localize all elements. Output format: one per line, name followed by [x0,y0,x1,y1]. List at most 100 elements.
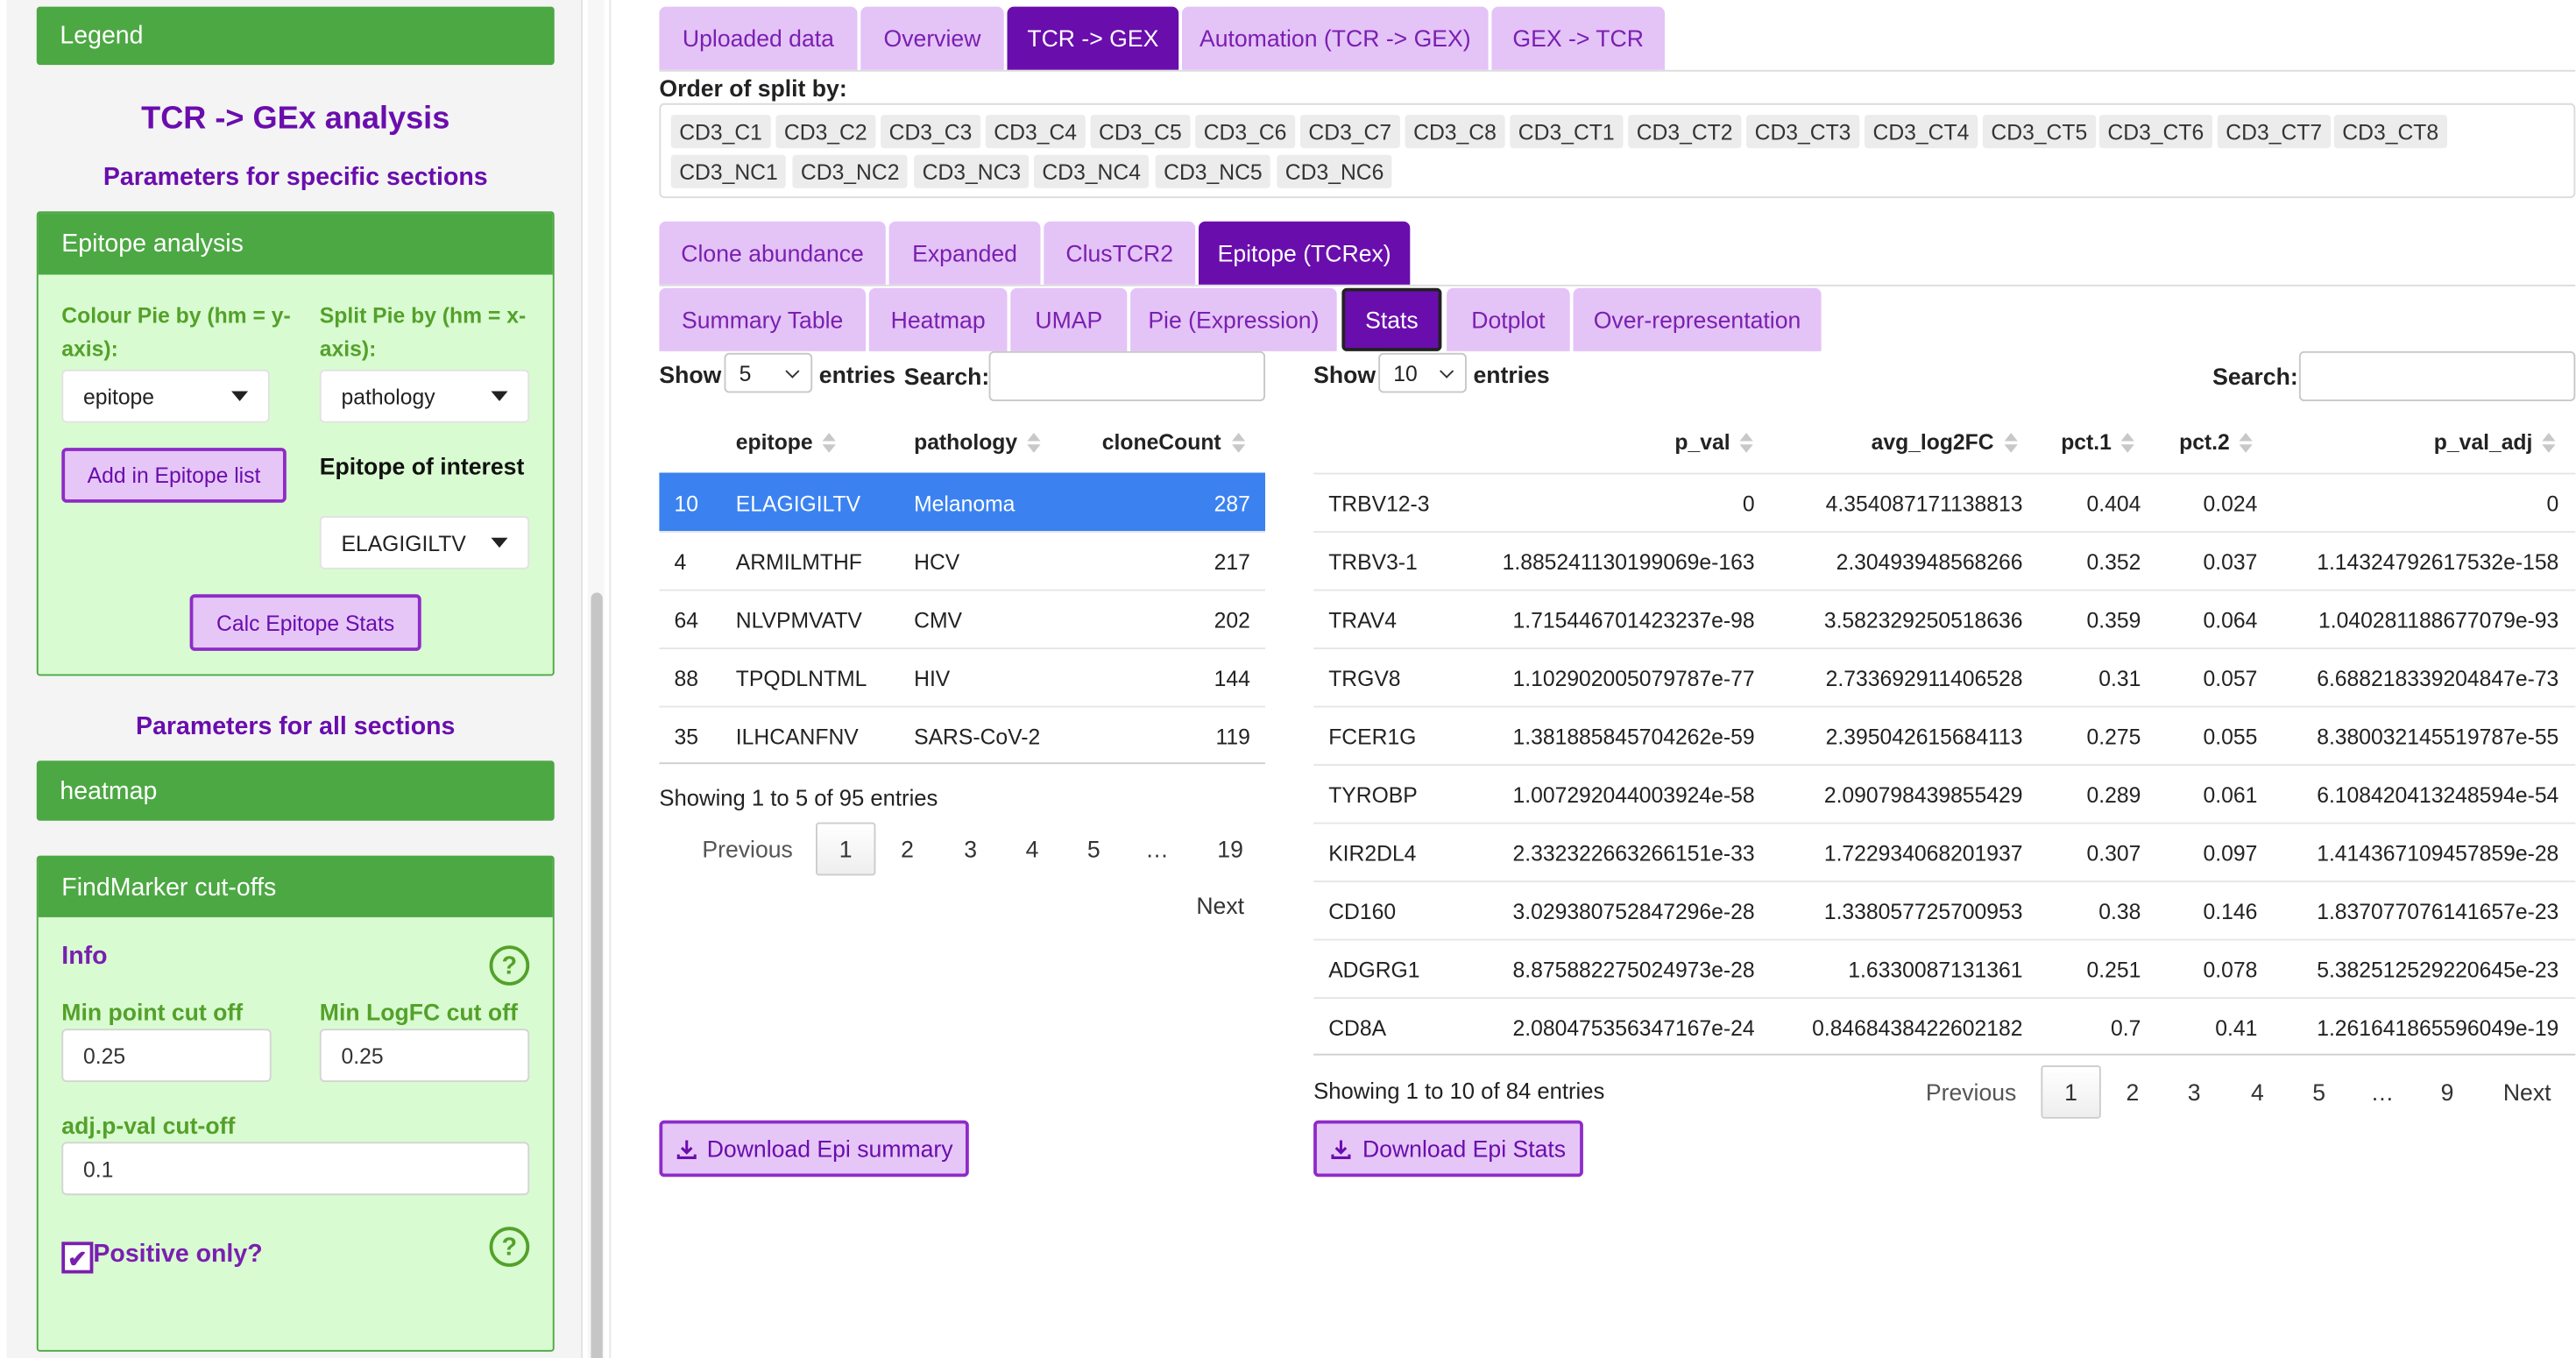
min-point-input[interactable]: 0.25 [61,1029,272,1082]
split-chip[interactable]: CD3_C1 [670,115,771,149]
tab-automation[interactable]: Automation (TCR -> GEX) [1182,6,1489,70]
split-chip[interactable]: CD3_CT3 [1746,115,1859,149]
split-chip[interactable]: CD3_NC3 [914,154,1030,188]
summary-previous-button[interactable]: Previous [696,823,799,876]
split-chip[interactable]: CD3_NC1 [670,154,787,188]
download-epi-stats-button[interactable]: Download Epi Stats [1313,1120,1583,1178]
cell-pct1: 0.359 [2086,607,2141,633]
stats-page-2[interactable]: 2 [2112,1065,2153,1119]
summary-next-button[interactable]: Next [1189,879,1252,932]
stats-page-3[interactable]: 3 [2174,1065,2214,1119]
stats-page-5[interactable]: 5 [2299,1065,2339,1119]
split-chip[interactable]: CD3_NC5 [1155,154,1271,188]
split-chip[interactable]: CD3_NC6 [1277,154,1392,188]
stats-next-button[interactable]: Next [2492,1065,2562,1119]
split-pie-select[interactable]: pathology [319,369,530,423]
stats-search-input[interactable] [2298,350,2576,401]
adj-pval-input[interactable]: 0.1 [61,1142,530,1196]
split-chip[interactable]: CD3_CT1 [1510,115,1624,149]
summary-page-5[interactable]: 5 [1074,823,1115,876]
tab-gex-tcr[interactable]: GEX -> TCR [1491,6,1665,70]
help-icon[interactable]: ? [489,1227,530,1267]
tab-dotplot[interactable]: Dotplot [1447,287,1570,351]
table-row[interactable]: KIR2DL4 2.332322663266151e-33 1.72293406… [1313,822,2576,881]
tab-heatmap[interactable]: Heatmap [868,287,1008,351]
table-row[interactable]: ADGRG1 8.875882275024973e-28 1.633008713… [1313,938,2576,998]
tab-clone-abundance[interactable]: Clone abundance [659,221,886,285]
stats-page-4[interactable]: 4 [2238,1065,2278,1119]
stats-previous-button[interactable]: Previous [1918,1065,2025,1119]
tab-stats[interactable]: Stats [1341,287,1442,351]
split-chip[interactable]: CD3_C3 [881,115,980,149]
summary-page-length-select[interactable]: 5 [724,352,813,393]
cell-p-val: 0 [1742,491,1755,517]
table-row[interactable]: 10 ELAGIGILTV Melanoma 287 [659,472,1265,532]
split-chip[interactable]: CD3_NC4 [1033,154,1150,188]
tab-overview[interactable]: Overview [860,6,1004,70]
table-row[interactable]: TRAV4 1.715446701423237e-98 3.5823292505… [1313,589,2576,648]
summary-page-3[interactable]: 3 [951,823,991,876]
split-chip[interactable]: CD3_CT4 [1865,115,1978,149]
split-chip[interactable]: CD3_CT2 [1628,115,1742,149]
split-order-box[interactable]: CD3_C1 CD3_C2 CD3_C3 CD3_C4 CD3_C5 CD3_C… [659,103,2576,199]
legend-button[interactable]: Legend [36,6,555,66]
table-row[interactable]: TRBV12-3 0 4.354087171138813 0.404 0.024… [1313,472,2576,532]
tab-pie-expression[interactable]: Pie (Expression) [1130,287,1337,351]
tab-epitope-tcrex[interactable]: Epitope (TCRex) [1199,221,1411,285]
split-chip[interactable]: CD3_C7 [1299,115,1400,149]
table-row[interactable]: 35 ILHCANFNV SARS-CoV-2 119 [659,705,1265,765]
split-chip[interactable]: CD3_C6 [1195,115,1295,149]
stats-page-length-select[interactable]: 10 [1378,352,1467,393]
col-header-p-val-adj[interactable]: p_val_adj [2434,429,2557,455]
table-row[interactable]: TYROBP 1.007292044003924e-58 2.090798439… [1313,764,2576,823]
split-chip[interactable]: CD3_C2 [775,115,876,149]
summary-page-1[interactable]: 1 [816,822,876,876]
table-row[interactable]: CD8A 2.080475356347167e-24 0.84684384226… [1313,997,2576,1056]
tab-over-representation[interactable]: Over-representation [1573,287,1822,351]
sidebar-scrollbar-thumb[interactable] [591,592,603,1358]
colour-pie-select[interactable]: epitope [61,369,270,423]
tab-summary-table[interactable]: Summary Table [659,287,866,351]
split-chip[interactable]: CD3_C5 [1090,115,1191,149]
col-header-avg-log2fc[interactable]: avg_log2FC [1872,429,2018,455]
summary-search-input[interactable] [988,350,1265,401]
split-chip[interactable]: CD3_CT6 [2098,115,2212,149]
epitope-interest-select[interactable]: ELAGIGILTV [319,516,530,569]
tab-clustcr2[interactable]: ClusTCR2 [1044,221,1196,285]
tab-umap[interactable]: UMAP [1010,287,1128,351]
split-chip[interactable]: CD3_C4 [985,115,1086,149]
min-logfc-input[interactable]: 0.25 [319,1029,530,1082]
col-header-pct2[interactable]: pct.2 [2179,429,2254,455]
summary-page-2[interactable]: 2 [888,823,928,876]
table-row[interactable]: TRBV3-1 1.885241130199069e-163 2.3049394… [1313,531,2576,590]
table-row[interactable]: CD160 3.029380752847296e-28 1.3380577257… [1313,881,2576,939]
split-chip[interactable]: CD3_C8 [1405,115,1505,149]
help-icon[interactable]: ? [489,945,530,986]
heatmap-section-button[interactable]: heatmap [36,760,555,821]
stats-page-1[interactable]: 1 [2041,1065,2101,1119]
summary-page-4[interactable]: 4 [1012,823,1052,876]
positive-only-checkbox[interactable]: ✔ [61,1241,94,1274]
table-row[interactable]: 4 ARMILMTHF HCV 217 [659,531,1265,590]
split-chip[interactable]: CD3_CT7 [2217,115,2331,149]
col-header-clonecount[interactable]: cloneCount [1102,429,1245,455]
col-header-pct1[interactable]: pct.1 [2061,429,2135,455]
summary-page-19[interactable]: 19 [1207,823,1254,876]
split-chip[interactable]: CD3_CT8 [2333,115,2447,149]
tab-expanded[interactable]: Expanded [888,221,1041,285]
download-epi-summary-button[interactable]: Download Epi summary [659,1120,969,1178]
tab-tcr-gex[interactable]: TCR -> GEX [1007,6,1179,70]
add-epitope-button[interactable]: Add in Epitope list [61,448,287,503]
col-header-pathology[interactable]: pathology [914,429,1041,455]
table-row[interactable]: 88 TPQDLNTML HIV 144 [659,647,1265,706]
stats-page-9[interactable]: 9 [2427,1065,2467,1119]
table-row[interactable]: TRGV8 1.102902005079787e-77 2.7336929114… [1313,647,2576,706]
col-header-p-val[interactable]: p_val [1674,429,1754,455]
table-row[interactable]: 64 NLVPMVATV CMV 202 [659,589,1265,648]
calc-epitope-stats-button[interactable]: Calc Epitope Stats [189,594,421,651]
split-chip[interactable]: CD3_NC2 [792,154,908,188]
col-header-epitope[interactable]: epitope [736,429,837,455]
table-row[interactable]: FCER1G 1.381885845704262e-59 2.395042615… [1313,705,2576,765]
split-chip[interactable]: CD3_CT5 [1982,115,2096,149]
tab-uploaded-data[interactable]: Uploaded data [659,6,858,70]
